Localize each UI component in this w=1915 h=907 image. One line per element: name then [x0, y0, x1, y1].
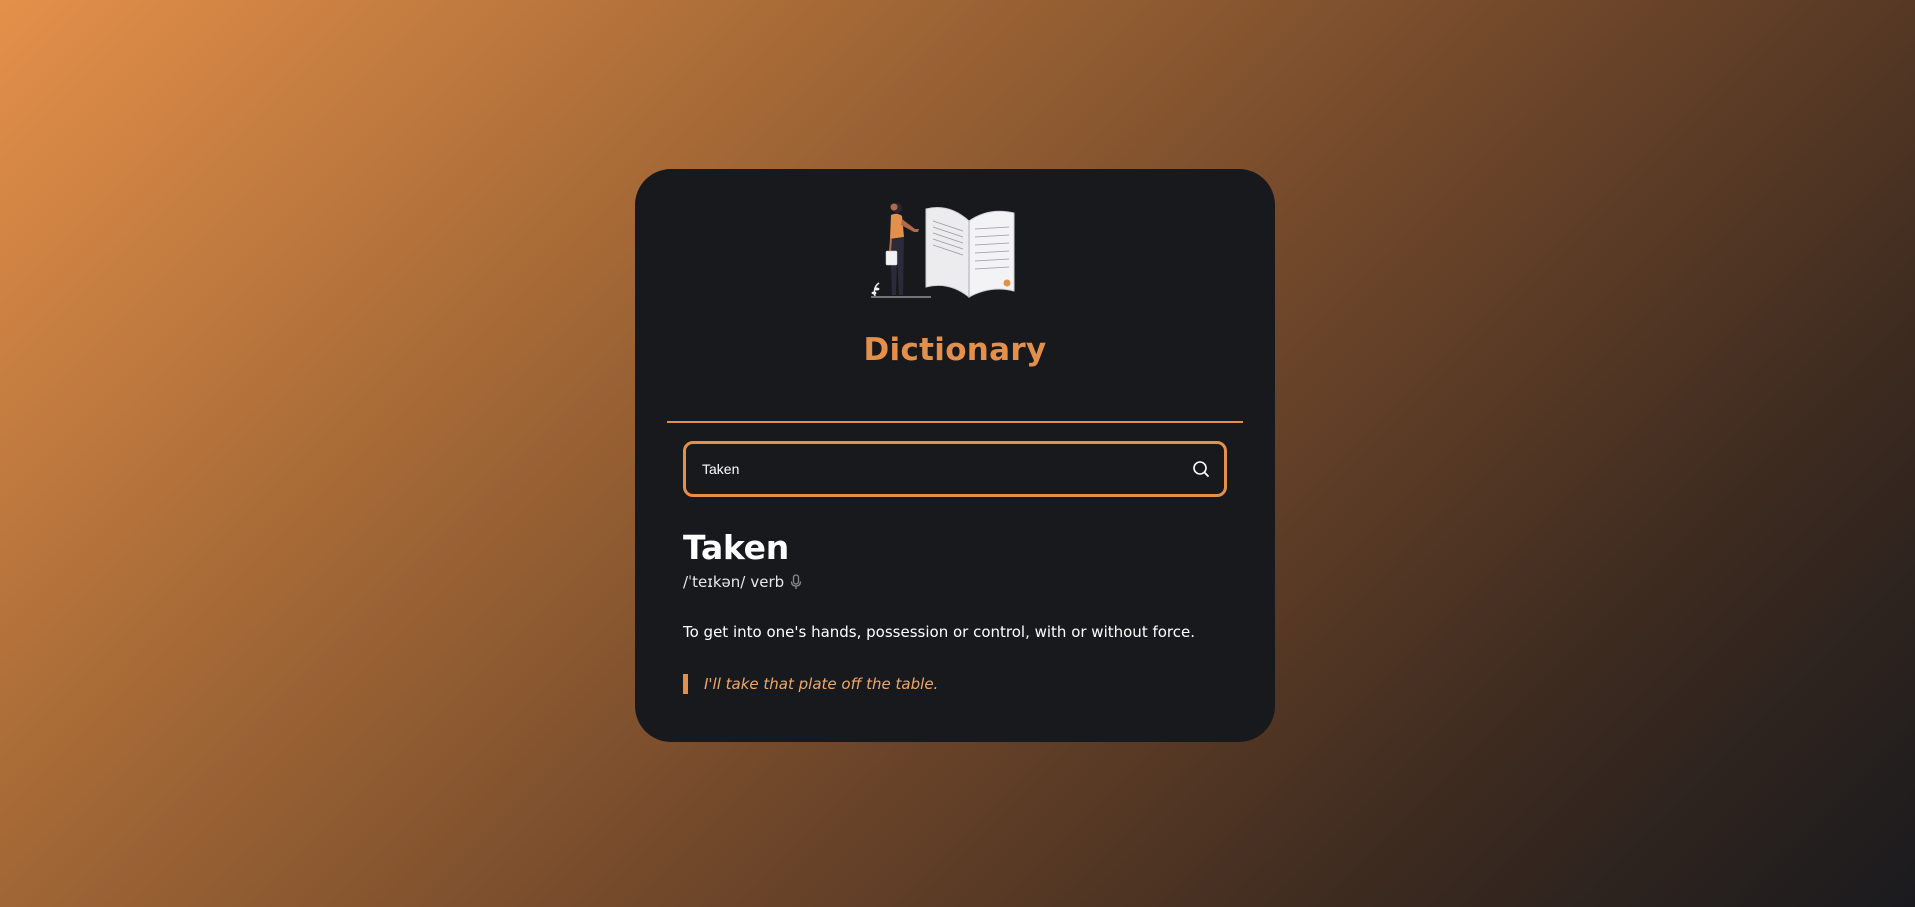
- search-input[interactable]: [702, 444, 1172, 494]
- title-divider: [667, 421, 1243, 423]
- search-icon: [1193, 461, 1209, 477]
- phonetic-row: /ˈteɪkən/ verb: [683, 573, 803, 591]
- microphone-icon[interactable]: [789, 574, 803, 590]
- example-quote: I'll take that plate off the table.: [683, 674, 938, 694]
- dictionary-card: Dictionary Taken /ˈteɪkən/ verb To get i…: [635, 169, 1275, 742]
- part-of-speech: verb: [750, 573, 785, 591]
- reading-person-illustration: [871, 203, 1015, 299]
- app-title: Dictionary: [863, 332, 1047, 368]
- word-heading: Taken: [683, 528, 789, 567]
- search-bar: [683, 441, 1227, 497]
- phonetic-text: /ˈteɪkən/: [683, 573, 746, 591]
- open-book-illustration: [925, 207, 1015, 299]
- search-button[interactable]: [1190, 458, 1212, 480]
- definition-text: To get into one's hands, possession or c…: [683, 623, 1196, 641]
- person-illustration: [871, 203, 931, 298]
